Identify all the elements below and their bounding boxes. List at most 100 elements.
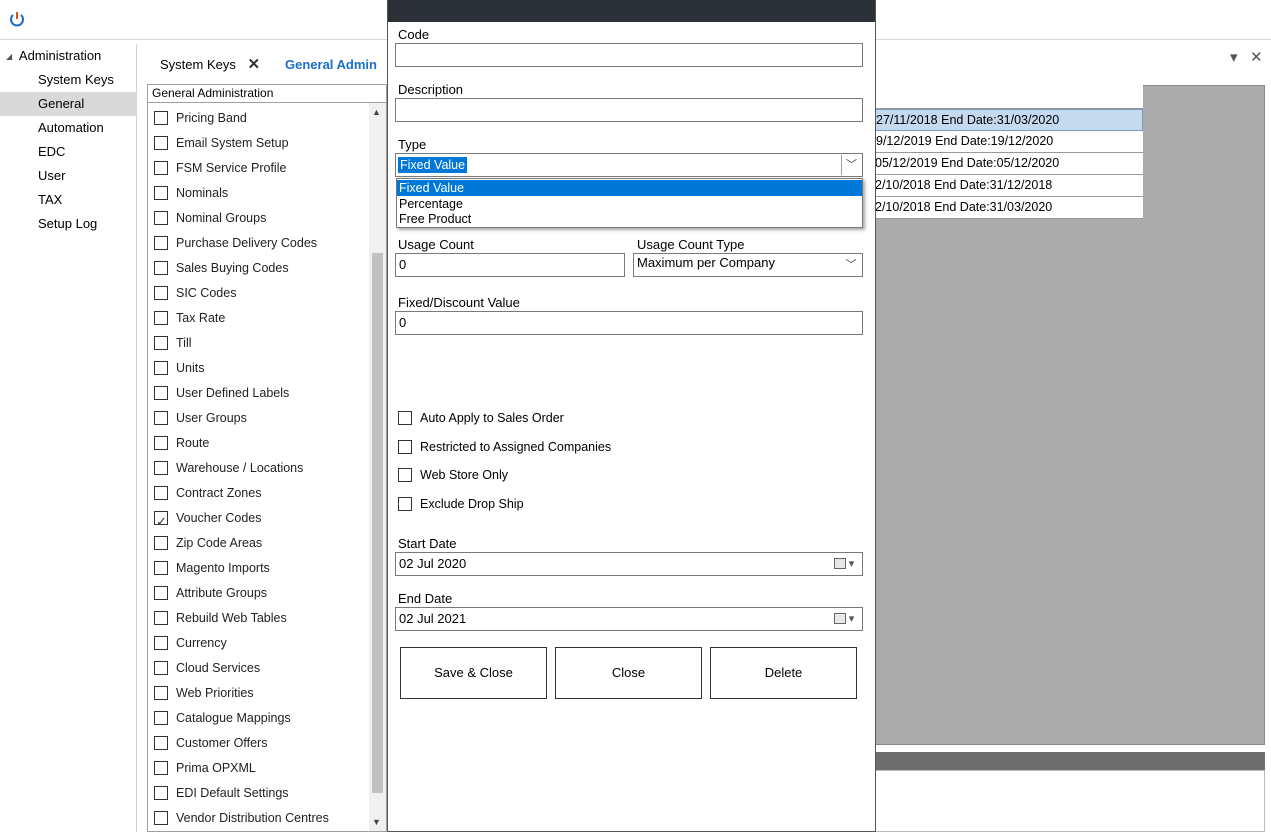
- checkbox-box[interactable]: [154, 435, 168, 450]
- chevron-down-icon[interactable]: ﹀: [841, 255, 861, 275]
- list-item[interactable]: Customer Offers: [154, 731, 267, 756]
- calendar-icon[interactable]: ▾: [827, 554, 861, 574]
- grid-row[interactable]: 27/11/2018 End Date:31/03/2020: [873, 109, 1143, 131]
- list-item[interactable]: Route: [154, 431, 209, 456]
- exclude-drop-ship-checkbox[interactable]: Exclude Drop Ship: [398, 496, 524, 512]
- description-input[interactable]: [395, 98, 863, 122]
- restricted-companies-checkbox[interactable]: Restricted to Assigned Companies: [398, 439, 611, 455]
- checkbox-box[interactable]: [154, 785, 168, 800]
- auto-apply-checkbox[interactable]: Auto Apply to Sales Order: [398, 410, 564, 426]
- chevron-down-icon[interactable]: ﹀: [841, 155, 861, 175]
- collapse-triangle-icon[interactable]: ◢: [6, 52, 16, 61]
- checkbox-box[interactable]: [154, 535, 168, 550]
- save-close-button[interactable]: Save & Close: [400, 647, 547, 699]
- grid-horizontal-scrollbar[interactable]: [873, 752, 1265, 770]
- list-item[interactable]: Units: [154, 356, 204, 381]
- list-item[interactable]: Nominal Groups: [154, 206, 266, 231]
- list-item[interactable]: Attribute Groups: [154, 581, 267, 606]
- fixed-discount-input[interactable]: 0: [395, 311, 863, 335]
- scroll-down-icon[interactable]: ▼: [372, 817, 381, 827]
- dialog-title-bar[interactable]: [388, 0, 875, 22]
- checkbox-box[interactable]: [154, 760, 168, 775]
- checkbox-box[interactable]: [154, 410, 168, 425]
- grid-row[interactable]: 2/10/2018 End Date:31/03/2020: [873, 197, 1143, 219]
- checkbox-box[interactable]: [154, 260, 168, 275]
- grid-row[interactable]: 9/12/2019 End Date:19/12/2020: [873, 131, 1143, 153]
- list-item[interactable]: Catalogue Mappings: [154, 706, 291, 731]
- checkbox-box[interactable]: [154, 610, 168, 625]
- checkbox-box[interactable]: [154, 335, 168, 350]
- checkbox-box[interactable]: [398, 467, 412, 482]
- list-item[interactable]: User Groups: [154, 406, 247, 431]
- start-date-picker[interactable]: 02 Jul 2020 ▾: [395, 552, 863, 576]
- checkbox-box[interactable]: [398, 439, 412, 454]
- usage-count-input[interactable]: 0: [395, 253, 625, 277]
- nav-item-user[interactable]: User: [0, 164, 137, 188]
- type-option-percentage[interactable]: Percentage: [397, 196, 862, 212]
- checkbox-box[interactable]: [154, 310, 168, 325]
- checkbox-box[interactable]: [154, 110, 168, 125]
- list-item[interactable]: Tax Rate: [154, 306, 225, 331]
- checkbox-box[interactable]: [154, 485, 168, 500]
- checkbox-box[interactable]: [398, 410, 412, 425]
- type-option-free-product[interactable]: Free Product: [397, 211, 862, 227]
- checkbox-box[interactable]: [154, 810, 168, 825]
- grid-row[interactable]: 05/12/2019 End Date:05/12/2020: [873, 153, 1143, 175]
- list-item[interactable]: Prima OPXML: [154, 756, 256, 781]
- calendar-icon[interactable]: ▾: [827, 609, 861, 629]
- usage-count-type-select[interactable]: Maximum per Company ﹀: [633, 253, 863, 277]
- list-item[interactable]: Warehouse / Locations: [154, 456, 303, 481]
- list-item[interactable]: Cloud Services: [154, 656, 260, 681]
- close-button[interactable]: Close: [555, 647, 702, 699]
- checkbox-box[interactable]: [154, 360, 168, 375]
- list-item[interactable]: Rebuild Web Tables: [154, 606, 287, 631]
- pin-dropdown-icon[interactable]: ▾: [1230, 48, 1238, 66]
- list-item[interactable]: Vendor Distribution Centres: [154, 806, 329, 831]
- nav-item-system-keys[interactable]: System Keys: [0, 68, 137, 92]
- list-item[interactable]: Purchase Delivery Codes: [154, 231, 317, 256]
- list-item[interactable]: SIC Codes: [154, 281, 236, 306]
- end-date-picker[interactable]: 02 Jul 2021 ▾: [395, 607, 863, 631]
- checkbox-box[interactable]: [154, 660, 168, 675]
- delete-button[interactable]: Delete: [710, 647, 857, 699]
- close-window-icon[interactable]: ✕: [1250, 48, 1263, 66]
- nav-item-tax[interactable]: TAX: [0, 188, 137, 212]
- checkbox-box[interactable]: [154, 585, 168, 600]
- list-item[interactable]: Magento Imports: [154, 556, 270, 581]
- checkbox-box[interactable]: [154, 460, 168, 475]
- checkbox-box[interactable]: [154, 735, 168, 750]
- tab-close-icon[interactable]: ✕: [247, 56, 260, 73]
- checkbox-box[interactable]: [154, 285, 168, 300]
- list-item[interactable]: User Defined Labels: [154, 381, 289, 406]
- scroll-up-icon[interactable]: ▲: [372, 107, 381, 117]
- grid-row[interactable]: 2/10/2018 End Date:31/12/2018: [873, 175, 1143, 197]
- list-item[interactable]: Email System Setup: [154, 131, 289, 156]
- checkbox-box[interactable]: [154, 135, 168, 150]
- checkbox-box[interactable]: [154, 235, 168, 250]
- scroll-thumb[interactable]: [372, 253, 383, 793]
- checkbox-box[interactable]: [398, 496, 412, 511]
- checkbox-box[interactable]: [154, 635, 168, 650]
- checkbox-box[interactable]: [154, 210, 168, 225]
- nav-item-general[interactable]: General: [0, 92, 137, 116]
- list-item[interactable]: Currency: [154, 631, 227, 656]
- list-item[interactable]: Contract Zones: [154, 481, 261, 506]
- type-select[interactable]: Fixed Value ﹀: [395, 153, 863, 177]
- list-item[interactable]: Web Priorities: [154, 681, 254, 706]
- list-item[interactable]: Nominals: [154, 181, 228, 206]
- checkbox-box[interactable]: [154, 710, 168, 725]
- code-input[interactable]: [395, 43, 863, 67]
- nav-item-automation[interactable]: Automation: [0, 116, 137, 140]
- checkbox-box[interactable]: [154, 385, 168, 400]
- tab-general-administration[interactable]: General Admin: [285, 50, 377, 80]
- list-item[interactable]: Voucher Codes: [154, 506, 261, 534]
- list-item[interactable]: Sales Buying Codes: [154, 256, 289, 281]
- list-item[interactable]: Till: [154, 331, 192, 356]
- checkbox-box[interactable]: [154, 560, 168, 575]
- list-item[interactable]: Zip Code Areas: [154, 531, 262, 556]
- web-store-only-checkbox[interactable]: Web Store Only: [398, 467, 508, 483]
- nav-root-administration[interactable]: ◢ Administration: [6, 48, 101, 63]
- list-item[interactable]: FSM Service Profile: [154, 156, 286, 181]
- checkbox-box[interactable]: [154, 160, 168, 175]
- list-item[interactable]: EDI Default Settings: [154, 781, 289, 806]
